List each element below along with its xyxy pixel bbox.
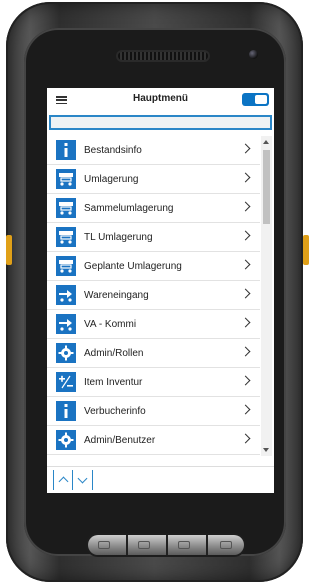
menu-item-label: Umlagerung	[84, 173, 139, 185]
info-icon	[56, 140, 76, 160]
scroll-down-arrow-icon[interactable]	[263, 448, 269, 452]
chevron-right-icon	[240, 375, 251, 386]
left-side-scan-key[interactable]	[6, 235, 12, 265]
chevron-right-icon	[240, 404, 251, 415]
scroll-up-arrow-icon[interactable]	[263, 140, 269, 144]
menu-item[interactable]: Wareneingang	[47, 281, 260, 310]
menu-item-label: Item Inventur	[84, 376, 143, 388]
chevron-down-icon	[77, 473, 88, 484]
forklift-icon	[56, 169, 76, 189]
search-input[interactable]	[49, 115, 272, 130]
forklift-icon	[56, 256, 76, 276]
page-up-button[interactable]	[53, 470, 73, 490]
menu-item[interactable]: Verbucherinfo	[47, 397, 260, 426]
menu-item[interactable]: VA - Kommi	[47, 310, 260, 339]
bottom-nav-bar	[47, 466, 274, 493]
chevron-right-icon	[240, 288, 251, 299]
back-key-icon[interactable]	[98, 541, 110, 549]
info-icon	[56, 401, 76, 421]
truck-icon	[56, 285, 76, 305]
menu-key-icon[interactable]	[178, 541, 190, 549]
menu-list: Bestandsinfo Umlagerung Sammelumlagerung TL…	[47, 136, 260, 455]
chevron-right-icon	[240, 433, 251, 444]
forklift-icon	[56, 198, 76, 218]
chevron-right-icon	[240, 201, 251, 212]
gear-icon	[56, 343, 76, 363]
page-down-button[interactable]	[73, 470, 93, 490]
menu-item-label: Verbucherinfo	[84, 405, 146, 417]
menu-item-label: Wareneingang	[84, 289, 149, 301]
speaker-grille	[118, 52, 208, 60]
menu-item-label: Admin/Benutzer	[84, 434, 156, 446]
key-divider	[206, 535, 208, 555]
menu-item-label: Admin/Rollen	[84, 347, 144, 359]
menu-item-label: Sammelumlagerung	[84, 202, 174, 214]
hardware-buttons[interactable]	[88, 535, 244, 555]
chevron-right-icon	[240, 346, 251, 357]
menu-item[interactable]: Admin/Rollen	[47, 339, 260, 368]
menu-item-label: VA - Kommi	[84, 318, 137, 330]
menu-item[interactable]: Admin/Benutzer	[47, 426, 260, 455]
scrollbar-thumb[interactable]	[263, 150, 270, 224]
menu-item[interactable]: Umlagerung	[47, 165, 260, 194]
forklift-icon	[56, 227, 76, 247]
chevron-up-icon	[58, 476, 68, 487]
chevron-right-icon	[240, 143, 251, 154]
right-side-scan-key[interactable]	[303, 235, 309, 265]
menu-item-label: TL Umlagerung	[84, 231, 153, 243]
truck-icon	[56, 314, 76, 334]
gear-icon	[56, 430, 76, 450]
menu-item[interactable]: Sammelumlagerung	[47, 194, 260, 223]
menu-item[interactable]: Bestandsinfo	[47, 136, 260, 165]
menu-list-container: Bestandsinfo Umlagerung Sammelumlagerung TL…	[47, 136, 274, 456]
menu-item-label: Bestandsinfo	[84, 144, 142, 156]
app-screen: Hauptmenü Bestandsinfo Umlagerung Sammelum…	[47, 88, 274, 493]
chevron-right-icon	[240, 317, 251, 328]
chevron-right-icon	[240, 230, 251, 241]
scrollbar[interactable]	[261, 136, 272, 456]
plus-minus-icon	[56, 372, 76, 392]
page-title: Hauptmenü	[133, 93, 188, 104]
mode-toggle[interactable]	[242, 93, 269, 106]
recent-key-icon[interactable]	[220, 541, 232, 549]
menu-item[interactable]: Item Inventur	[47, 368, 260, 397]
chevron-right-icon	[240, 259, 251, 270]
key-divider	[166, 535, 168, 555]
menu-item[interactable]: TL Umlagerung	[47, 223, 260, 252]
toggle-knob	[255, 95, 267, 104]
key-divider	[126, 535, 128, 555]
chevron-right-icon	[240, 172, 251, 183]
front-camera	[249, 50, 258, 59]
menu-item[interactable]: Geplante Umlagerung	[47, 252, 260, 281]
home-key-icon[interactable]	[138, 541, 150, 549]
top-bar: Hauptmenü	[47, 88, 274, 112]
menu-item-label: Geplante Umlagerung	[84, 260, 182, 272]
